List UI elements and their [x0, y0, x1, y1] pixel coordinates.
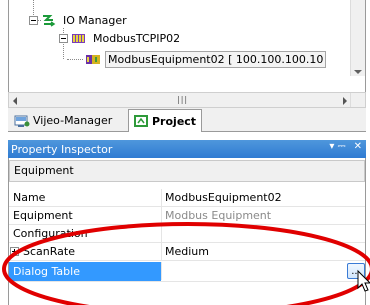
tab-label: Project — [152, 114, 197, 128]
driver-icon — [72, 34, 85, 43]
panel-title: Property Inspector — [11, 142, 113, 156]
project-icon — [134, 115, 148, 127]
pin-icon[interactable]: ▾ ⎓ — [329, 141, 345, 152]
tree-item-modbus-driver[interactable]: ModbusTCPIP02 — [59, 29, 182, 47]
property-category-header: Equipment — [9, 160, 365, 182]
tree-connector — [67, 59, 83, 60]
scrollbar-corner — [350, 93, 365, 107]
vijeo-manager-icon — [14, 115, 30, 127]
close-icon[interactable]: ✕ — [354, 141, 362, 152]
io-manager-icon — [43, 15, 56, 27]
expand-plus-icon[interactable] — [10, 247, 19, 256]
property-value: Modbus Equipment — [165, 209, 272, 222]
equipment-icon — [86, 55, 100, 64]
project-tree: IO Manager ModbusTCPIP02 ModbusEquipment… — [8, 0, 366, 92]
panel-tab-strip: Vijeo-Manager Project — [8, 108, 366, 132]
collapse-toggle-icon[interactable] — [29, 15, 38, 25]
property-value[interactable]: ModbusEquipment02 — [165, 191, 282, 204]
property-name: Equipment — [13, 209, 73, 222]
property-row-scanrate[interactable]: ScanRate Medium — [9, 243, 365, 261]
tree-item-label: ModbusTCPIP02 — [93, 31, 181, 45]
tree-horizontal-scrollbar[interactable]: ||| — [8, 92, 366, 108]
tab-vijeo-manager[interactable]: Vijeo-Manager — [10, 110, 126, 131]
tree-item-io-manager[interactable]: IO Manager — [29, 11, 129, 29]
tab-label: Vijeo-Manager — [33, 114, 113, 127]
property-row-configuration[interactable]: Configuration — [9, 225, 365, 243]
property-name: ScanRate — [23, 245, 75, 258]
scroll-right-icon[interactable] — [343, 97, 347, 105]
tab-project[interactable]: Project — [128, 109, 202, 132]
collapse-toggle-icon[interactable] — [59, 33, 68, 43]
column-divider — [161, 189, 162, 207]
property-grid: Equipment Name ModbusEquipment02 Equipme… — [8, 158, 366, 305]
property-name: Dialog Table — [13, 265, 80, 278]
column-divider — [161, 225, 162, 243]
tree-item-modbus-equipment[interactable]: ModbusEquipment02 [ 100.100.100.10 — [85, 50, 327, 68]
property-name: Name — [13, 191, 46, 204]
scroll-thumb-grip-icon[interactable]: ||| — [177, 95, 188, 104]
scroll-left-icon[interactable] — [13, 97, 17, 105]
tree-item-label: IO Manager — [63, 13, 127, 27]
tree-vertical-scrollbar[interactable] — [350, 0, 365, 76]
column-divider — [161, 243, 162, 261]
browse-ellipsis-button[interactable]: ... — [347, 263, 365, 279]
property-value[interactable]: Medium — [165, 245, 209, 258]
property-row-dialog-table[interactable]: Dialog Table ... — [9, 262, 365, 282]
property-row-name[interactable]: Name ModbusEquipment02 — [9, 189, 365, 207]
scroll-down-icon[interactable] — [354, 70, 362, 74]
column-divider — [161, 262, 162, 280]
property-row-equipment[interactable]: Equipment Modbus Equipment — [9, 207, 365, 225]
property-inspector-title-bar[interactable]: Property Inspector ▾ ⎓ ✕ — [8, 140, 366, 158]
tree-item-label: ModbusEquipment02 [ 100.100.100.10 — [105, 50, 327, 68]
column-divider — [161, 207, 162, 225]
property-name: Configuration — [13, 227, 88, 240]
